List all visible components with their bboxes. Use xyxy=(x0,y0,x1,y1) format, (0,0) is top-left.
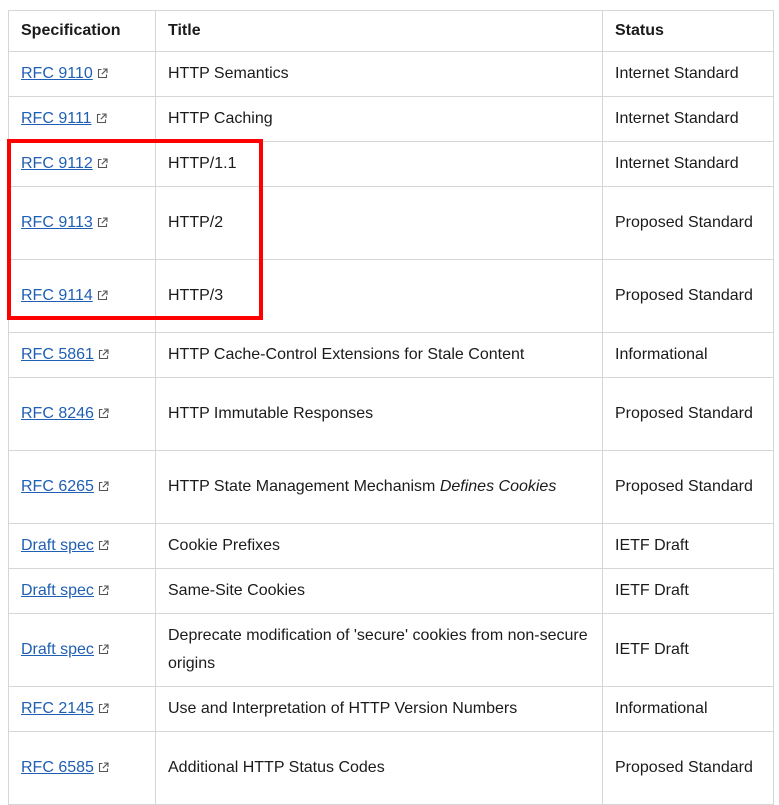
title-text: Deprecate modification of 'secure' cooki… xyxy=(168,627,588,672)
table-row: RFC 2145 Use and Interpretation of HTTP … xyxy=(8,686,774,732)
status-cell: Informational xyxy=(602,686,774,732)
table-row: RFC 9113 HTTP/2 Proposed Standard xyxy=(8,186,774,260)
external-link-icon xyxy=(97,290,108,301)
spec-link[interactable]: RFC 6265 xyxy=(21,478,94,495)
spec-link[interactable]: Draft spec xyxy=(21,641,94,658)
spec-cell: RFC 8246 xyxy=(8,377,156,451)
title-cell: Use and Interpretation of HTTP Version N… xyxy=(155,686,603,732)
title-cell: Same-Site Cookies xyxy=(155,568,603,614)
title-cell: HTTP Semantics xyxy=(155,51,603,97)
spec-link[interactable]: RFC 9111 xyxy=(21,110,92,127)
spec-link[interactable]: RFC 5861 xyxy=(21,346,94,363)
title-cell: HTTP Caching xyxy=(155,96,603,142)
table-row: Draft spec Deprecate modification of 'se… xyxy=(8,613,774,687)
table-row: RFC 9111 HTTP Caching Internet Standard xyxy=(8,96,774,142)
header-status: Status xyxy=(602,10,774,52)
table-row: RFC 8246 HTTP Immutable Responses Propos… xyxy=(8,377,774,451)
spec-cell: RFC 9114 xyxy=(8,259,156,333)
spec-cell: Draft spec xyxy=(8,523,156,569)
table-row: RFC 6265 HTTP State Management Mechanism… xyxy=(8,450,774,524)
spec-cell: Draft spec xyxy=(8,568,156,614)
spec-cell: RFC 9113 xyxy=(8,186,156,260)
table-row: RFC 5861 HTTP Cache-Control Extensions f… xyxy=(8,332,774,378)
status-cell: IETF Draft xyxy=(602,523,774,569)
spec-cell: RFC 6585 xyxy=(8,731,156,805)
title-text: Use and Interpretation of HTTP Version N… xyxy=(168,700,518,717)
header-title: Title xyxy=(155,10,603,52)
external-link-icon xyxy=(98,644,109,655)
spec-link[interactable]: RFC 2145 xyxy=(21,700,94,717)
spec-cell: RFC 5861 xyxy=(8,332,156,378)
status-cell: Proposed Standard xyxy=(602,731,774,805)
title-cell: Cookie Prefixes xyxy=(155,523,603,569)
spec-link[interactable]: RFC 9110 xyxy=(21,65,93,82)
title-text: Cookie Prefixes xyxy=(168,537,281,554)
spec-cell: RFC 9110 xyxy=(8,51,156,97)
external-link-icon xyxy=(98,585,109,596)
table-row: RFC 6585 Additional HTTP Status Codes Pr… xyxy=(8,731,774,805)
title-cell: HTTP/3 xyxy=(155,259,603,333)
status-cell: Internet Standard xyxy=(602,96,774,142)
title-emphasis: Defines Cookies xyxy=(439,478,557,495)
status-cell: Proposed Standard xyxy=(602,450,774,524)
external-link-icon xyxy=(98,349,109,360)
table-row: RFC 9112 HTTP/1.1 Internet Standard xyxy=(8,141,774,187)
spec-cell: RFC 9112 xyxy=(8,141,156,187)
header-specification: Specification xyxy=(8,10,156,52)
title-cell: HTTP/1.1 xyxy=(155,141,603,187)
table-row: Draft spec Same-Site Cookies IETF Draft xyxy=(8,568,774,614)
external-link-icon xyxy=(98,408,109,419)
title-cell: HTTP State Management Mechanism Defines … xyxy=(155,450,603,524)
external-link-icon xyxy=(98,762,109,773)
table-row: RFC 9114 HTTP/3 Proposed Standard xyxy=(8,259,774,333)
title-cell: Additional HTTP Status Codes xyxy=(155,731,603,805)
title-text: HTTP/3 xyxy=(168,287,224,304)
title-text: Additional HTTP Status Codes xyxy=(168,759,385,776)
spec-link[interactable]: RFC 9113 xyxy=(21,214,93,231)
status-cell: IETF Draft xyxy=(602,568,774,614)
spec-link[interactable]: RFC 6585 xyxy=(21,759,94,776)
status-cell: IETF Draft xyxy=(602,613,774,687)
spec-cell: RFC 9111 xyxy=(8,96,156,142)
title-text: Same-Site Cookies xyxy=(168,582,305,599)
title-text: HTTP/1.1 xyxy=(168,155,237,172)
specifications-table: Specification Title Status RFC 9110 HTTP… xyxy=(8,10,774,805)
table-row: Draft spec Cookie Prefixes IETF Draft xyxy=(8,523,774,569)
status-cell: Internet Standard xyxy=(602,51,774,97)
external-link-icon xyxy=(98,481,109,492)
title-cell: HTTP Cache-Control Extensions for Stale … xyxy=(155,332,603,378)
status-cell: Proposed Standard xyxy=(602,377,774,451)
status-cell: Proposed Standard xyxy=(602,259,774,333)
status-cell: Proposed Standard xyxy=(602,186,774,260)
spec-cell: RFC 6265 xyxy=(8,450,156,524)
spec-link[interactable]: RFC 8246 xyxy=(21,405,94,422)
external-link-icon xyxy=(97,217,108,228)
external-link-icon xyxy=(97,158,108,169)
status-cell: Internet Standard xyxy=(602,141,774,187)
title-text: HTTP State Management Mechanism xyxy=(168,478,436,495)
spec-link[interactable]: RFC 9114 xyxy=(21,287,93,304)
external-link-icon xyxy=(98,703,109,714)
title-text: HTTP Semantics xyxy=(168,65,289,82)
title-text: HTTP Cache-Control Extensions for Stale … xyxy=(168,346,525,363)
external-link-icon xyxy=(96,113,107,124)
title-text: HTTP Caching xyxy=(168,110,273,127)
external-link-icon xyxy=(98,540,109,551)
spec-link[interactable]: RFC 9112 xyxy=(21,155,93,172)
external-link-icon xyxy=(97,68,108,79)
table-row: RFC 9110 HTTP Semantics Internet Standar… xyxy=(8,51,774,97)
spec-cell: Draft spec xyxy=(8,613,156,687)
status-cell: Informational xyxy=(602,332,774,378)
spec-cell: RFC 2145 xyxy=(8,686,156,732)
title-cell: HTTP/2 xyxy=(155,186,603,260)
title-text: HTTP Immutable Responses xyxy=(168,405,374,422)
title-cell: HTTP Immutable Responses xyxy=(155,377,603,451)
spec-link[interactable]: Draft spec xyxy=(21,582,94,599)
title-cell: Deprecate modification of 'secure' cooki… xyxy=(155,613,603,687)
table-header-row: Specification Title Status xyxy=(8,10,774,52)
title-text: HTTP/2 xyxy=(168,214,224,231)
spec-link[interactable]: Draft spec xyxy=(21,537,94,554)
